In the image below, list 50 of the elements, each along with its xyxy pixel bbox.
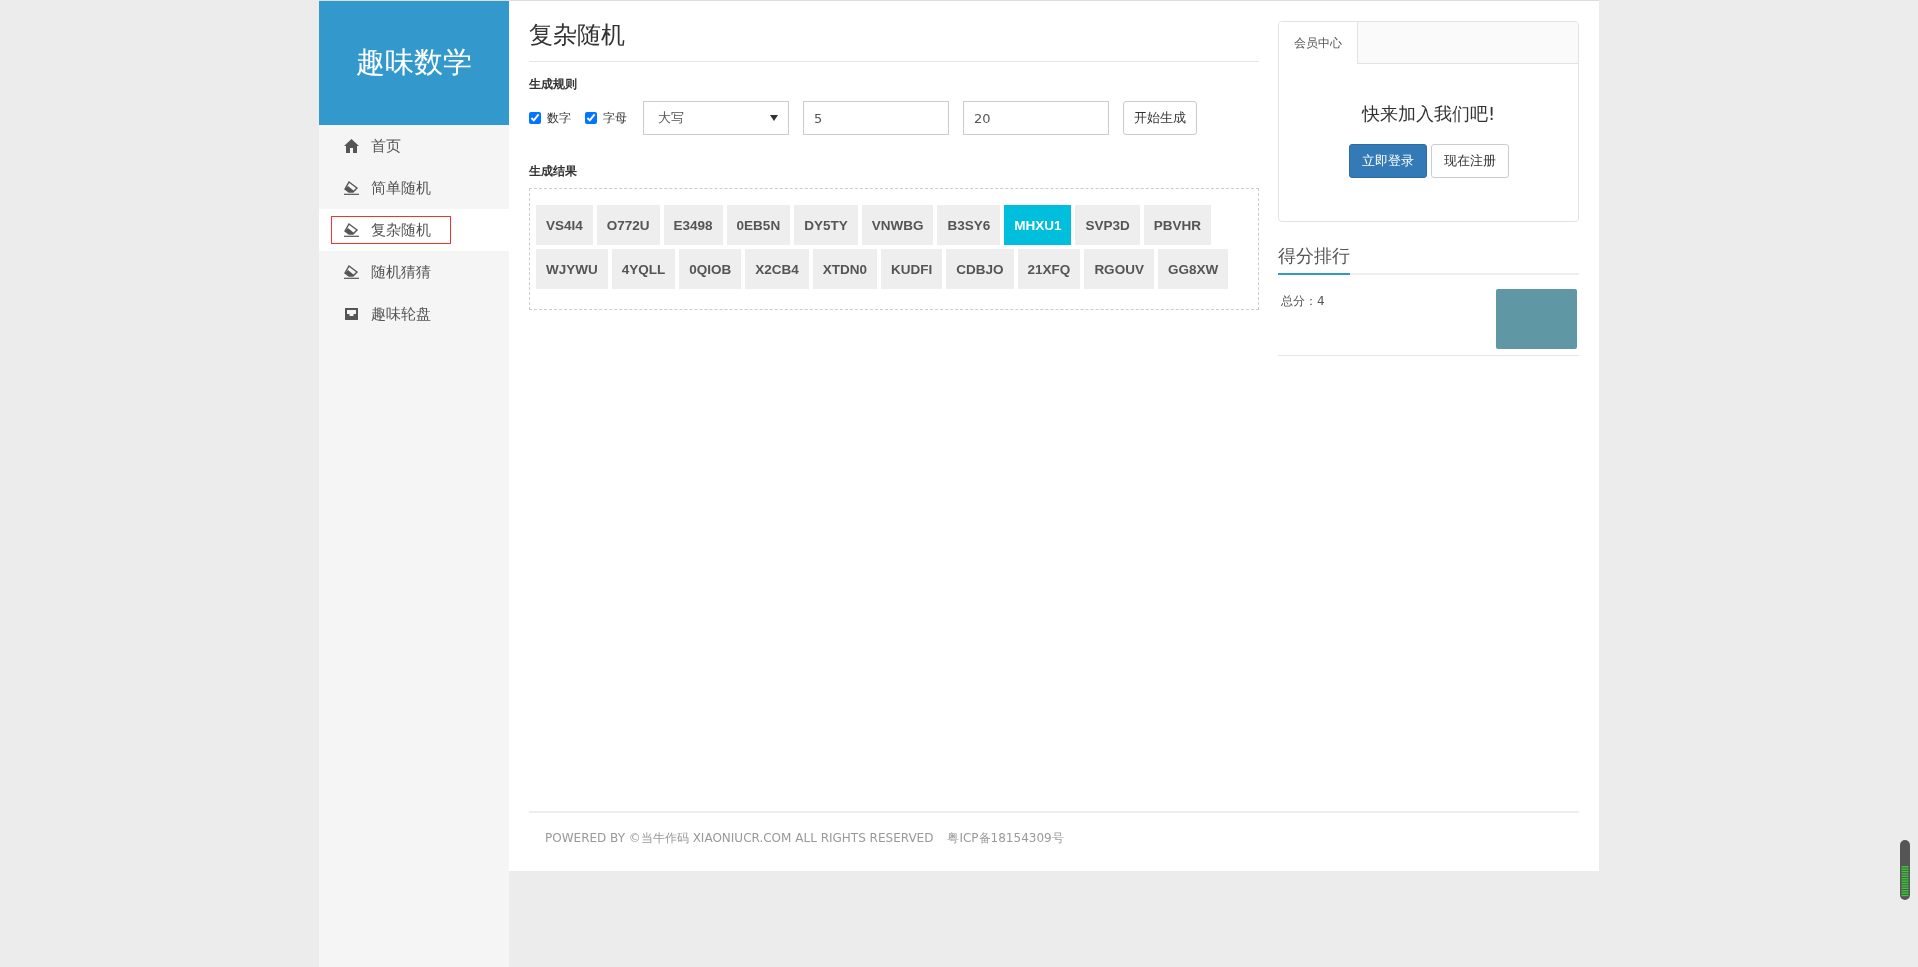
code-chip[interactable]: XTDN0: [812, 249, 878, 289]
nav-link[interactable]: 简单随机: [331, 174, 451, 202]
input-field[interactable]: 20: [963, 101, 1109, 135]
checkbox-label: 数字: [547, 109, 571, 127]
code-chip[interactable]: PBVHR: [1143, 205, 1211, 245]
nav-link[interactable]: 随机猜猜: [331, 258, 451, 286]
page-title: 复杂随机: [529, 1, 1259, 62]
eraser-icon: [344, 265, 359, 279]
register-button[interactable]: 现在注册: [1430, 144, 1509, 178]
home-icon: [344, 139, 359, 153]
copyright-text: POWERED BY ©当牛作码 XIAONIUCR.COM ALL RIGHTS RESERVED: [545, 830, 934, 847]
checkbox[interactable]: [529, 112, 541, 124]
code-chip[interactable]: DY5TY: [794, 205, 858, 245]
case-select[interactable]: 大写: [643, 101, 789, 135]
icp-text: 粤ICP备18154309号: [947, 830, 1064, 847]
score-text: 总分：4: [1281, 293, 1325, 310]
code-chip[interactable]: B3SY6: [937, 205, 1001, 245]
nav-link[interactable]: 趣味轮盘: [331, 300, 451, 328]
meter-icon: [1900, 840, 1910, 900]
checkbox-label: 字母: [603, 109, 627, 127]
code-chip[interactable]: SVP3D: [1075, 205, 1140, 245]
caret-icon: [770, 115, 778, 121]
nav-link[interactable]: 首页: [331, 132, 451, 160]
join-message: 快来加入我们吧!: [1360, 102, 1497, 126]
eraser-icon: [344, 223, 359, 237]
generate-button[interactable]: 开始生成: [1123, 101, 1197, 135]
code-chip[interactable]: GG8XW: [1157, 249, 1229, 289]
code-chip[interactable]: 0EB5N: [726, 205, 791, 245]
code-chip[interactable]: KUDFI: [881, 249, 943, 289]
code-chip[interactable]: O772U: [596, 205, 660, 245]
tray-icon: [344, 307, 359, 321]
section-heading: 生成结果: [529, 163, 578, 180]
code-chip[interactable]: VNWBG: [861, 205, 934, 245]
code-chip[interactable]: X2CB4: [745, 249, 809, 289]
ranking-title: 得分排行: [1278, 244, 1350, 275]
input-field[interactable]: 5: [803, 101, 949, 135]
code-chip[interactable]: CDBJO: [946, 249, 1014, 289]
code-chip[interactable]: RGOUV: [1084, 249, 1154, 289]
eraser-icon: [344, 181, 359, 195]
code-chip[interactable]: 0QIOB: [679, 249, 742, 289]
section-heading: 生成规则: [529, 76, 578, 93]
code-chip[interactable]: 4YQLL: [611, 249, 676, 289]
code-chip[interactable]: 21XFQ: [1017, 249, 1081, 289]
checkbox[interactable]: [585, 112, 597, 124]
code-chip[interactable]: E3498: [663, 205, 723, 245]
code-chip[interactable]: VS4I4: [536, 205, 593, 245]
nav-link[interactable]: 复杂随机: [331, 216, 451, 244]
panel-tab[interactable]: 会员中心: [1279, 22, 1358, 64]
code-chip[interactable]: WJYWU: [536, 249, 608, 289]
login-button[interactable]: 立即登录: [1348, 144, 1427, 178]
